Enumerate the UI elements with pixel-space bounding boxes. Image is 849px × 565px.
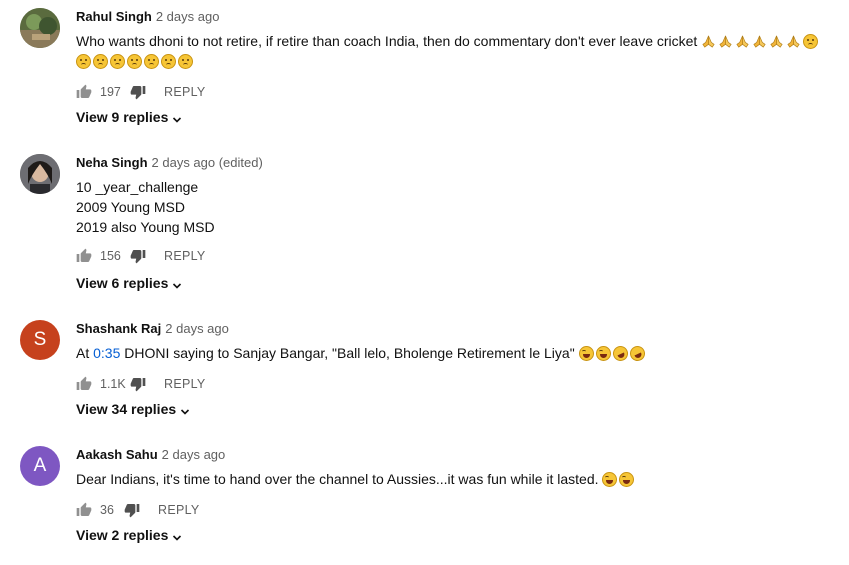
thumb-up-icon[interactable] xyxy=(76,84,92,100)
view-replies-button[interactable]: View 2 replies xyxy=(76,527,182,543)
comment-author[interactable]: Neha Singh xyxy=(76,155,148,170)
comment-text-suffix: DHONI saying to Sanjay Bangar, "Ball lel… xyxy=(120,345,575,361)
comment-text-line: 10 _year_challenge xyxy=(76,179,199,195)
reply-button[interactable]: REPLY xyxy=(164,85,206,99)
comment-date[interactable]: 2 days ago xyxy=(165,321,229,336)
comment-actions: 156 REPLY xyxy=(76,246,206,266)
thumb-up-icon[interactable] xyxy=(76,502,92,518)
confused-face-emoji-icon xyxy=(178,54,193,69)
confused-face-emoji-icon xyxy=(803,34,819,49)
comment-author[interactable]: Aakash Sahu xyxy=(76,447,158,462)
like-count: 156 xyxy=(100,249,121,263)
confused-face-emoji-icon xyxy=(76,54,91,69)
comment-text-line: Dear Indians, it's time to hand over the… xyxy=(76,471,599,487)
comment-text-line: 2019 also Young MSD xyxy=(76,219,215,235)
confused-face-emoji-icon xyxy=(144,54,159,69)
reply-button[interactable]: REPLY xyxy=(158,503,200,517)
folded-hands-emoji-icon xyxy=(718,34,733,49)
folded-hands-emoji-icon xyxy=(752,34,767,49)
view-replies-label: View 2 replies xyxy=(76,527,169,543)
thumb-up-icon[interactable] xyxy=(76,248,92,264)
timestamp-link[interactable]: 0:35 xyxy=(93,345,120,361)
thumb-down-icon[interactable] xyxy=(130,248,146,264)
comment-date[interactable]: 2 days ago xyxy=(162,447,226,462)
comment-author[interactable]: Shashank Raj xyxy=(76,321,161,336)
comment-thread: S Shashank Raj 2 days ago At 0:35 DHONI s… xyxy=(20,320,840,430)
comment-body: Aakash Sahu 2 days ago Dear Indians, it's… xyxy=(76,446,840,489)
like-count: 1.1K xyxy=(100,377,126,391)
chevron-down-icon xyxy=(172,278,182,289)
comment-body: Rahul Singh 2 days ago Who wants dhoni to… xyxy=(76,8,840,71)
reply-button[interactable]: REPLY xyxy=(164,377,206,391)
thumb-down-icon[interactable] xyxy=(130,376,146,392)
tears-of-joy-emoji-icon xyxy=(602,472,618,487)
comment-body: Shashank Raj 2 days ago At 0:35 DHONI say… xyxy=(76,320,840,364)
chevron-down-icon xyxy=(172,112,182,123)
comment-thread: A Aakash Sahu 2 days ago Dear Indians, it… xyxy=(20,446,840,556)
comment-text-prefix: At xyxy=(76,345,94,361)
thumb-up-icon[interactable] xyxy=(76,376,92,392)
folded-hands-emoji-icon xyxy=(701,34,716,49)
avatar[interactable] xyxy=(20,8,60,48)
view-replies-button[interactable]: View 34 replies xyxy=(76,401,190,417)
like-count: 197 xyxy=(100,85,121,99)
comment-thread: Neha Singh 2 days ago (edited) 10 _year_c… xyxy=(20,154,840,304)
comment-body: Neha Singh 2 days ago (edited) 10 _year_c… xyxy=(76,154,840,237)
emoji-group xyxy=(76,53,195,69)
comment-date[interactable]: 2 days ago xyxy=(156,9,220,24)
comment-date[interactable]: 2 days ago (edited) xyxy=(152,155,263,170)
view-replies-button[interactable]: View 6 replies xyxy=(76,275,182,291)
view-replies-label: View 6 replies xyxy=(76,275,169,291)
comment-actions: 197 REPLY xyxy=(76,82,206,102)
tears-of-joy-emoji-icon xyxy=(578,346,594,361)
emoji-group xyxy=(701,33,820,49)
confused-face-emoji-icon xyxy=(93,54,108,69)
chevron-down-icon xyxy=(180,404,190,415)
thumb-down-icon[interactable] xyxy=(130,84,146,100)
comment-thread: Rahul Singh 2 days ago Who wants dhoni to… xyxy=(20,8,840,138)
folded-hands-emoji-icon xyxy=(735,34,750,49)
emoji-group xyxy=(578,343,648,364)
avatar[interactable]: S xyxy=(20,320,60,360)
confused-face-emoji-icon xyxy=(127,54,142,69)
avatar-photo xyxy=(20,8,60,48)
comment-text-line: 2009 Young MSD xyxy=(76,199,185,215)
rolling-laughing-emoji-icon xyxy=(627,343,648,364)
avatar-letter: S xyxy=(33,329,47,350)
comment-text: Who wants dhoni to not retire, if retire… xyxy=(76,31,840,71)
tears-of-joy-emoji-icon xyxy=(595,346,611,361)
view-replies-label: View 34 replies xyxy=(76,401,177,417)
comment-text: 10 _year_challenge 2009 Young MSD 2019 a… xyxy=(76,177,840,237)
folded-hands-emoji-icon xyxy=(786,34,801,49)
comment-text-line: Who wants dhoni to not retire, if retire… xyxy=(76,33,698,49)
view-replies-button[interactable]: View 9 replies xyxy=(76,109,182,125)
reply-button[interactable]: REPLY xyxy=(164,249,206,263)
thumb-down-icon[interactable] xyxy=(124,502,140,518)
rolling-laughing-emoji-icon xyxy=(610,343,631,364)
confused-face-emoji-icon xyxy=(110,54,125,69)
emoji-group xyxy=(602,471,636,487)
comment-author[interactable]: Rahul Singh xyxy=(76,9,152,24)
avatar[interactable]: A xyxy=(20,446,60,486)
comment-actions: 36 REPLY xyxy=(76,500,200,520)
avatar-photo xyxy=(20,154,60,194)
tears-of-joy-emoji-icon xyxy=(619,472,635,487)
folded-hands-emoji-icon xyxy=(769,34,784,49)
confused-face-emoji-icon xyxy=(161,54,176,69)
comment-text: Dear Indians, it's time to hand over the… xyxy=(76,469,840,489)
comment-actions: 1.1K REPLY xyxy=(76,374,206,394)
comment-text: At 0:35 DHONI saying to Sanjay Bangar, "… xyxy=(76,343,840,364)
view-replies-label: View 9 replies xyxy=(76,109,169,125)
chevron-down-icon xyxy=(172,530,182,541)
avatar[interactable] xyxy=(20,154,60,194)
avatar-letter: A xyxy=(33,455,47,476)
